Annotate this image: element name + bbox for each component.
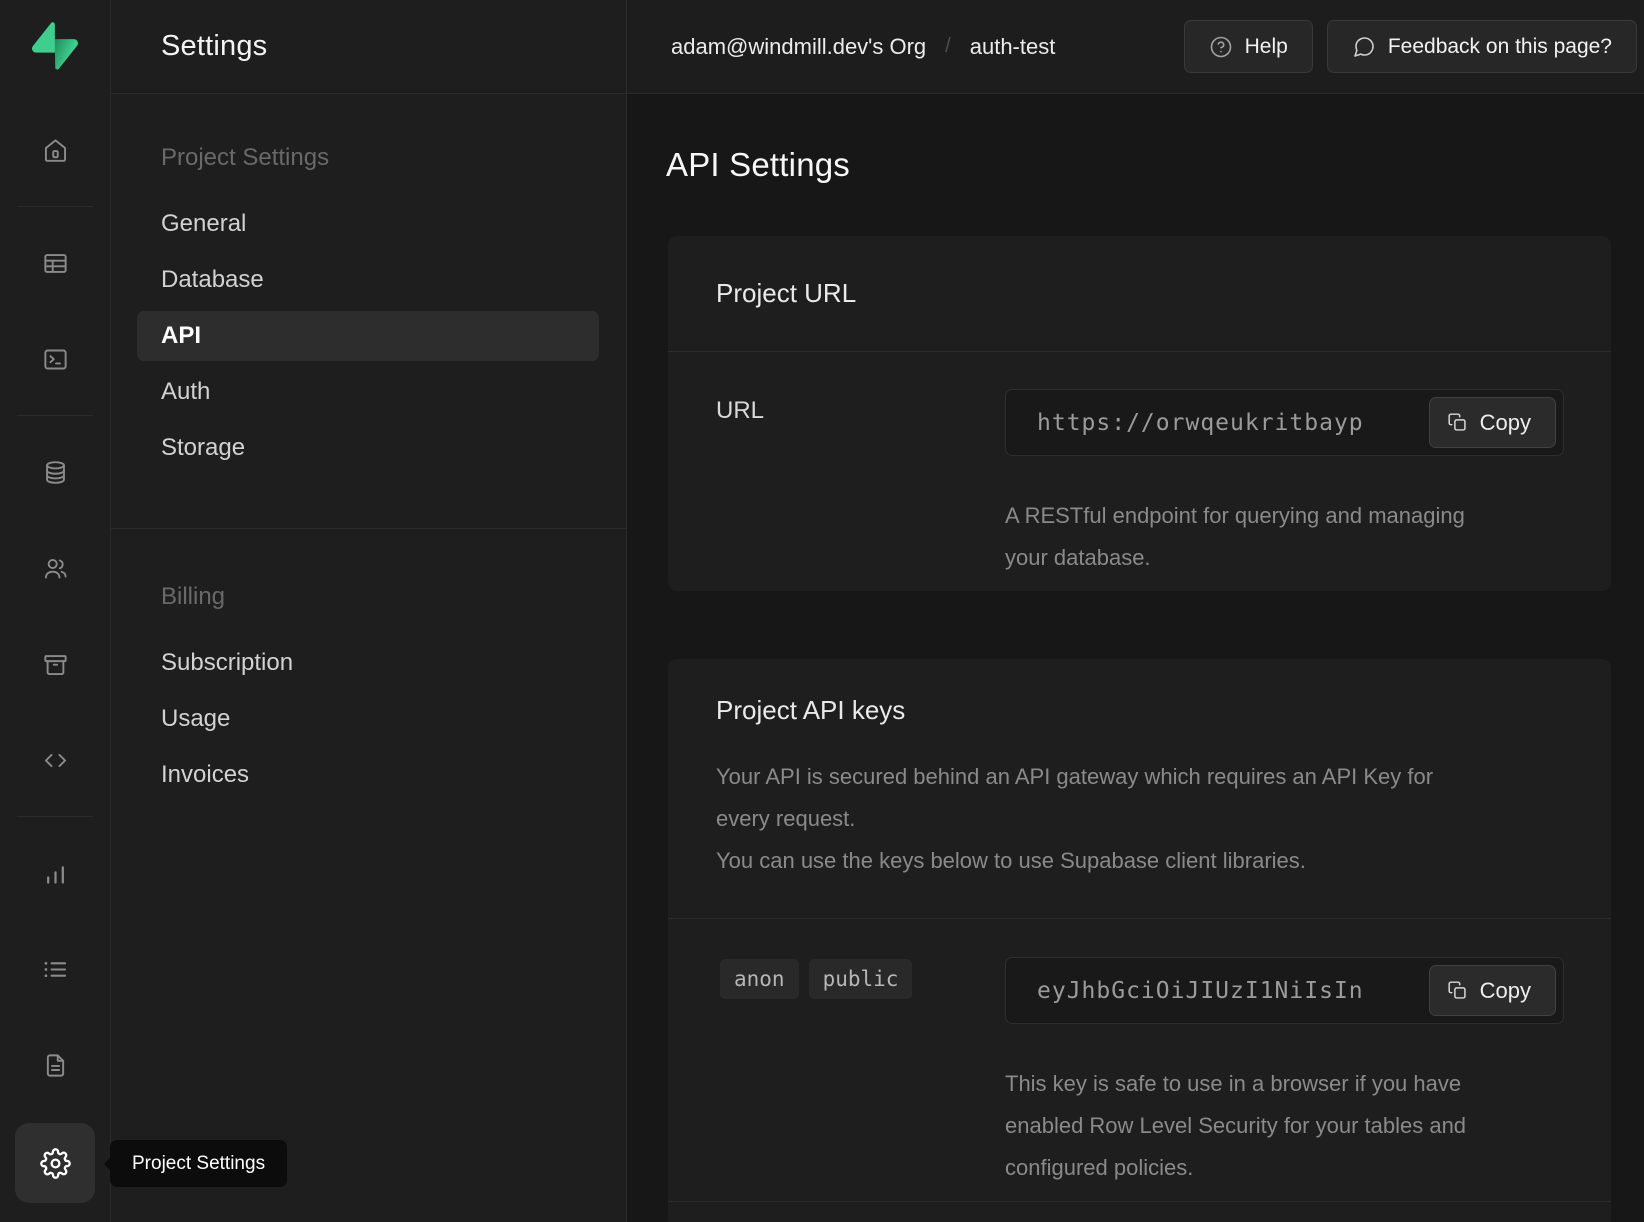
home-icon [42, 137, 69, 164]
bar-chart-icon [42, 860, 69, 887]
project-url-card: Project URL URL https://orwqeukritbayp C… [668, 236, 1611, 591]
database-icon [42, 459, 69, 486]
key-row-divider [668, 1201, 1611, 1202]
copy-url-button[interactable]: Copy [1429, 397, 1556, 448]
nav-section-header-project-settings: Project Settings [161, 144, 626, 172]
list-icon [42, 956, 69, 983]
anon-key-description: This key is safe to use in a browser if … [1005, 1063, 1490, 1189]
home-button[interactable] [29, 124, 81, 176]
sql-editor-button[interactable] [29, 333, 81, 385]
settings-sidebar: Settings Project Settings General Databa… [111, 0, 627, 1222]
icon-rail [0, 0, 111, 1222]
rail-bottom [15, 1123, 95, 1203]
api-keys-description-line2: You can use the keys below to use Supaba… [716, 840, 1446, 882]
project-url-card-title: Project URL [716, 278, 1563, 309]
supabase-logo[interactable] [31, 22, 79, 70]
anon-key-field[interactable]: eyJhbGciOiJIUzI1NiIsIn Copy [1005, 957, 1564, 1024]
help-circle-icon [1209, 35, 1233, 59]
file-icon [42, 1052, 69, 1079]
database-button[interactable] [29, 446, 81, 498]
page-title: API Settings [666, 146, 1644, 184]
url-description: A RESTful endpoint for querying and mana… [1005, 495, 1490, 579]
breadcrumb-project[interactable]: auth-test [970, 34, 1056, 60]
sidebar-item-usage[interactable]: Usage [111, 691, 626, 747]
topbar-actions: Help Feedback on this page? [1184, 20, 1637, 73]
nav-section-header-billing: Billing [161, 583, 626, 611]
gear-icon [40, 1148, 71, 1179]
project-settings-tooltip: Project Settings [110, 1140, 287, 1187]
help-button[interactable]: Help [1184, 20, 1313, 73]
logs-button[interactable] [29, 943, 81, 995]
archive-icon [42, 651, 69, 678]
api-keys-card: Project API keys Your API is secured beh… [668, 659, 1611, 1222]
url-label: URL [716, 389, 1005, 579]
storage-button[interactable] [29, 638, 81, 690]
reports-button[interactable] [29, 847, 81, 899]
anon-key-row: anon public eyJhbGciOiJIUzI1NiIsIn Copy … [668, 919, 1611, 1222]
breadcrumb-separator: / [945, 35, 951, 58]
edge-functions-button[interactable] [29, 734, 81, 786]
project-url-value: https://orwqeukritbayp [1037, 410, 1364, 436]
sidebar-item-storage[interactable]: Storage [111, 420, 626, 476]
copy-anon-key-button[interactable]: Copy [1429, 965, 1556, 1016]
api-keys-card-description: Your API is secured behind an API gatewa… [716, 726, 1563, 882]
topbar: adam@windmill.dev's Org / auth-test Help… [627, 0, 1644, 94]
url-field-column: https://orwqeukritbayp Copy A RESTful en… [1005, 389, 1564, 579]
copy-url-label: Copy [1480, 410, 1531, 436]
breadcrumb-org[interactable]: adam@windmill.dev's Org [671, 34, 926, 60]
rail-divider [17, 415, 93, 416]
project-url-field[interactable]: https://orwqeukritbayp Copy [1005, 389, 1564, 456]
table-icon [42, 250, 69, 277]
public-badge: public [809, 959, 913, 999]
sidebar-item-invoices[interactable]: Invoices [111, 747, 626, 803]
settings-title: Settings [161, 30, 267, 63]
api-keys-card-header: Project API keys Your API is secured beh… [668, 659, 1611, 919]
auth-users-button[interactable] [29, 542, 81, 594]
settings-sidebar-header: Settings [111, 0, 626, 94]
api-keys-description-line1: Your API is secured behind an API gatewa… [716, 756, 1446, 840]
sidebar-item-general[interactable]: General [111, 196, 626, 252]
anon-key-value: eyJhbGciOiJIUzI1NiIsIn [1037, 978, 1364, 1004]
copy-icon [1447, 412, 1468, 433]
project-url-row: URL https://orwqeukritbayp Copy A RESTfu… [668, 352, 1611, 591]
settings-nav: Project Settings General Database API Au… [111, 94, 626, 803]
table-editor-button[interactable] [29, 237, 81, 289]
rail-nav [0, 124, 110, 1091]
sidebar-item-subscription[interactable]: Subscription [111, 635, 626, 691]
project-settings-button[interactable] [15, 1123, 95, 1203]
feedback-button-label: Feedback on this page? [1388, 35, 1612, 59]
sidebar-item-api[interactable]: API [137, 311, 599, 361]
help-button-label: Help [1245, 35, 1288, 59]
sidebar-item-database[interactable]: Database [111, 252, 626, 308]
terminal-icon [42, 346, 69, 373]
key-badges: anon public [716, 957, 1005, 1189]
docs-button[interactable] [29, 1039, 81, 1091]
copy-anon-key-label: Copy [1480, 978, 1531, 1004]
code-icon [42, 747, 69, 774]
main-content: adam@windmill.dev's Org / auth-test Help… [627, 0, 1644, 1222]
rail-divider [17, 816, 93, 817]
api-keys-card-title: Project API keys [716, 695, 1563, 726]
users-icon [42, 555, 69, 582]
supabase-logo-icon [32, 22, 78, 70]
project-url-card-header: Project URL [668, 236, 1611, 352]
sidebar-item-auth[interactable]: Auth [111, 364, 626, 420]
rail-divider [17, 206, 93, 207]
message-bubble-icon [1352, 35, 1376, 59]
feedback-button[interactable]: Feedback on this page? [1327, 20, 1637, 73]
copy-icon [1447, 980, 1468, 1001]
anon-key-field-column: eyJhbGciOiJIUzI1NiIsIn Copy This key is … [1005, 957, 1564, 1189]
nav-section-divider [111, 528, 626, 529]
anon-badge: anon [720, 959, 799, 999]
